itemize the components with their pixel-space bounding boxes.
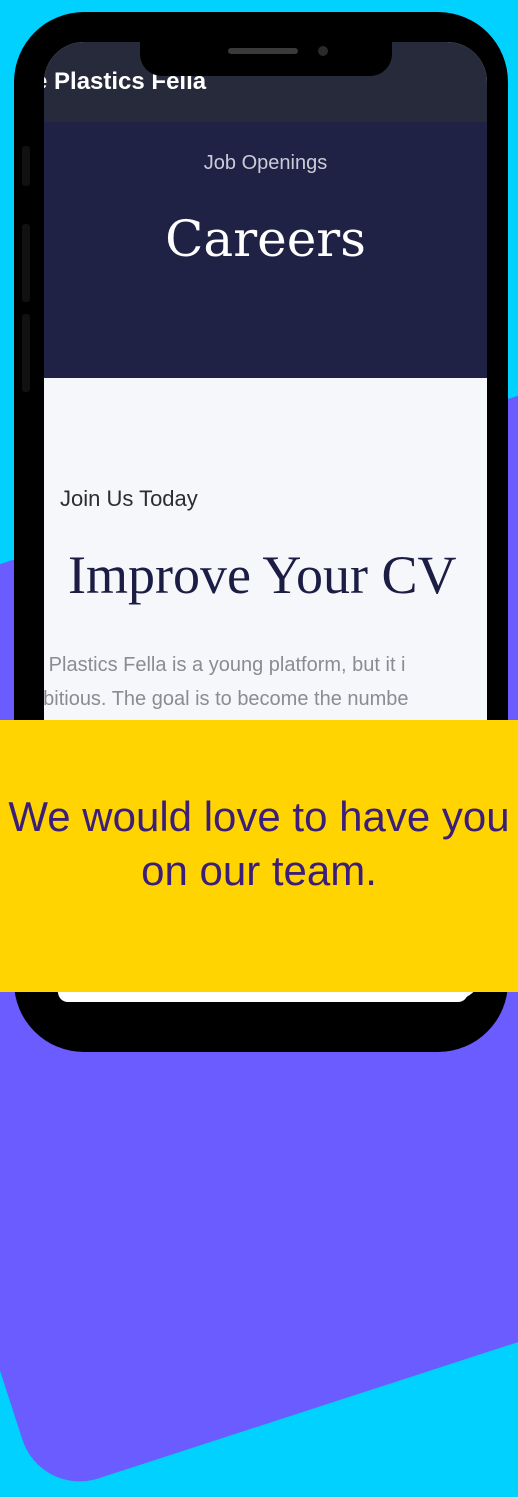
intro-line: nbitious. The goal is to become the numb… <box>44 688 409 710</box>
section-title: Improve Your CV <box>68 545 457 605</box>
volume-up-button <box>22 224 30 302</box>
promo-banner: We would love to have you on our team. <box>0 720 518 992</box>
intro-line: e Plastics Fella is a young platform, bu… <box>44 654 406 676</box>
hero-title: Careers <box>165 210 366 268</box>
mute-switch <box>22 146 30 186</box>
phone-notch <box>140 20 392 76</box>
intro-paragraph: e Plastics Fella is a young platform, bu… <box>44 648 487 716</box>
careers-hero: Job Openings Careers <box>44 122 487 378</box>
banner-line: on our team. <box>141 847 377 894</box>
front-camera <box>318 46 328 56</box>
banner-text: We would love to have you on our team. <box>0 790 518 898</box>
hero-kicker: Job Openings <box>203 152 328 174</box>
screen-bottom-edge <box>58 992 468 1002</box>
speaker-grille <box>228 48 298 54</box>
section-kicker: Join Us Today <box>60 486 198 511</box>
banner-line: We would love to have you <box>8 793 510 840</box>
volume-down-button <box>22 314 30 392</box>
